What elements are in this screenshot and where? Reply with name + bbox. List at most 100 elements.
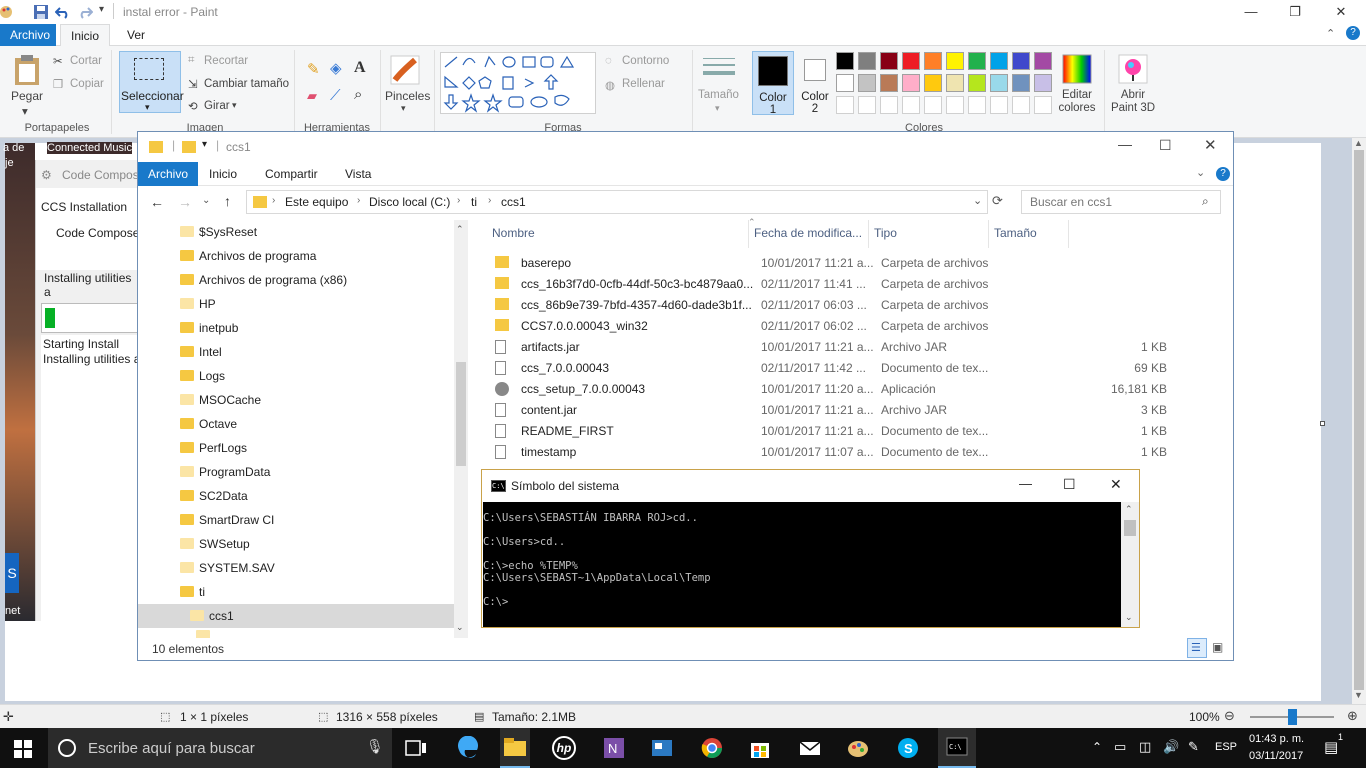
- undo-icon[interactable]: [55, 4, 71, 20]
- tab-view[interactable]: Vista: [335, 162, 381, 186]
- tree-item[interactable]: SYSTEM.SAV: [138, 556, 454, 580]
- tree-item[interactable]: ProgramData: [138, 460, 454, 484]
- tree-item[interactable]: MSOCache: [138, 388, 454, 412]
- onenote-icon[interactable]: N: [602, 736, 626, 760]
- network-icon[interactable]: ◫: [1139, 739, 1151, 755]
- vertical-scrollbar[interactable]: ▲ ▼: [1352, 138, 1366, 704]
- paint3d-icon[interactable]: [1118, 54, 1148, 84]
- tree-item[interactable]: Archivos de programa: [138, 244, 454, 268]
- large-icons-view-icon[interactable]: ▣: [1212, 640, 1223, 654]
- close-button[interactable]: ✕: [1318, 0, 1364, 24]
- cmd-scrollbar[interactable]: ⌃ ⌄: [1121, 502, 1139, 627]
- file-row[interactable]: ccs_setup_7.0.0.00043 10/01/2017 11:20 a.…: [468, 379, 1228, 400]
- scroll-up-icon[interactable]: ⌃: [1125, 504, 1133, 515]
- up-arrow-icon[interactable]: ↑: [224, 193, 231, 209]
- file-row[interactable]: CCS7.0.0.00043_win32 02/11/2017 06:02 ...…: [468, 316, 1228, 337]
- scroll-down-icon[interactable]: ⌄: [456, 622, 464, 633]
- brushes-dropdown-icon[interactable]: ▾: [401, 103, 406, 114]
- scroll-thumb[interactable]: [1354, 150, 1364, 690]
- breadcrumb-item[interactable]: Este equipo: [285, 195, 348, 209]
- collapse-ribbon-icon[interactable]: ⌃: [1326, 27, 1335, 40]
- color-swatch[interactable]: [946, 96, 964, 114]
- help-icon[interactable]: ?: [1216, 167, 1230, 181]
- size-icon[interactable]: [703, 56, 735, 80]
- color-swatch[interactable]: [990, 74, 1008, 92]
- zoom-out-icon[interactable]: ⊖: [1224, 708, 1235, 724]
- select-button[interactable]: Seleccionar ▾: [119, 51, 184, 113]
- scroll-up-icon[interactable]: ▲: [1354, 138, 1363, 148]
- color-swatch[interactable]: [990, 96, 1008, 114]
- volume-icon[interactable]: 🔊: [1163, 739, 1179, 755]
- battery-icon[interactable]: ▭: [1114, 739, 1126, 755]
- minimize-button[interactable]: —: [1019, 476, 1032, 491]
- color-swatch[interactable]: [946, 52, 964, 70]
- color-swatch[interactable]: [924, 96, 942, 114]
- tab-file[interactable]: Archivo: [138, 162, 199, 186]
- color-swatch[interactable]: [880, 96, 898, 114]
- skype-icon[interactable]: S: [896, 736, 920, 760]
- color-swatch[interactable]: [968, 96, 986, 114]
- zoom-in-icon[interactable]: ⊕: [1347, 708, 1358, 724]
- quick-access-dropdown-icon[interactable]: ▾: [99, 4, 104, 15]
- address-bar[interactable]: › Este equipo › Disco local (C:) › ti › …: [246, 190, 988, 214]
- microphone-icon[interactable]: 🎙: [366, 738, 384, 755]
- task-view-icon[interactable]: [404, 736, 428, 760]
- crop-icon[interactable]: ⌗: [188, 54, 194, 67]
- tree-item[interactable]: SWSetup: [138, 532, 454, 556]
- tree-item[interactable]: HP: [138, 292, 454, 316]
- cut-button[interactable]: Cortar: [70, 55, 102, 67]
- tab-file[interactable]: Archivo: [0, 24, 56, 46]
- paste-button[interactable]: Pegar: [11, 89, 43, 103]
- eraser-icon[interactable]: ▰: [307, 88, 317, 104]
- color-swatch[interactable]: [968, 52, 986, 70]
- save-icon[interactable]: [33, 4, 49, 20]
- tree-item[interactable]: ti: [138, 580, 454, 604]
- tree-item[interactable]: Intel: [138, 340, 454, 364]
- size-button[interactable]: Tamaño: [698, 89, 739, 101]
- paint-app-icon[interactable]: [0, 3, 16, 21]
- outline-button[interactable]: Contorno: [622, 55, 669, 67]
- color-swatch[interactable]: [924, 52, 942, 70]
- color-swatch[interactable]: [1012, 52, 1030, 70]
- file-row[interactable]: ccs_86b9e739-7bfd-4357-4d60-dade3b1f... 0…: [468, 295, 1228, 316]
- column-header-type[interactable]: Tipo: [874, 226, 897, 246]
- breadcrumb-item[interactable]: Disco local (C:): [369, 195, 450, 209]
- file-explorer-taskbar-button[interactable]: [500, 728, 530, 768]
- scroll-down-icon[interactable]: ▼: [1354, 690, 1363, 700]
- tree-item[interactable]: SC2Data: [138, 484, 454, 508]
- color-swatch[interactable]: [968, 74, 986, 92]
- clock-date[interactable]: 03/11/2017: [1249, 750, 1303, 762]
- color-swatch[interactable]: [880, 52, 898, 70]
- pen-workspace-icon[interactable]: ✎: [1188, 739, 1199, 755]
- pencil-icon[interactable]: ✎: [307, 60, 320, 78]
- rotate-icon[interactable]: ⟲: [188, 99, 198, 113]
- color-swatch[interactable]: [1012, 74, 1030, 92]
- column-header-size[interactable]: Tamaño: [994, 226, 1037, 246]
- expand-ribbon-icon[interactable]: ⌄: [1196, 166, 1205, 179]
- refresh-icon[interactable]: ⟳: [992, 193, 1003, 209]
- scroll-down-icon[interactable]: ⌄: [1125, 612, 1133, 623]
- address-dropdown-icon[interactable]: ⌄: [973, 194, 982, 207]
- color-swatch[interactable]: [1034, 52, 1052, 70]
- minimize-button[interactable]: —: [1118, 136, 1132, 152]
- breadcrumb-item[interactable]: ccs1: [501, 195, 526, 209]
- minimize-button[interactable]: —: [1228, 0, 1274, 24]
- folder-icon[interactable]: [182, 141, 196, 153]
- file-row[interactable]: baserepo 10/01/2017 11:21 a... Carpeta de …: [468, 253, 1228, 274]
- details-view-button[interactable]: ☰: [1187, 638, 1207, 658]
- fill-shape-button[interactable]: Rellenar: [622, 78, 665, 90]
- close-button[interactable]: ✕: [1110, 476, 1122, 493]
- color1-button[interactable]: Color 1: [752, 51, 794, 116]
- zoom-slider-thumb[interactable]: [1288, 709, 1297, 725]
- color-swatch[interactable]: [836, 74, 854, 92]
- action-center-icon[interactable]: ▤: [1324, 738, 1338, 756]
- tab-share[interactable]: Compartir: [255, 162, 328, 186]
- fill-shape-icon[interactable]: ◍: [605, 78, 615, 92]
- tab-view[interactable]: Ver: [117, 24, 155, 46]
- tree-item[interactable]: Logs: [138, 364, 454, 388]
- clock-time[interactable]: 01:43 p. m.: [1249, 733, 1304, 745]
- edge-icon[interactable]: [456, 736, 480, 760]
- tree-item[interactable]: SmartDraw CI: [138, 508, 454, 532]
- nav-scroll-thumb[interactable]: [456, 362, 466, 466]
- windows-start-icon[interactable]: [14, 740, 32, 758]
